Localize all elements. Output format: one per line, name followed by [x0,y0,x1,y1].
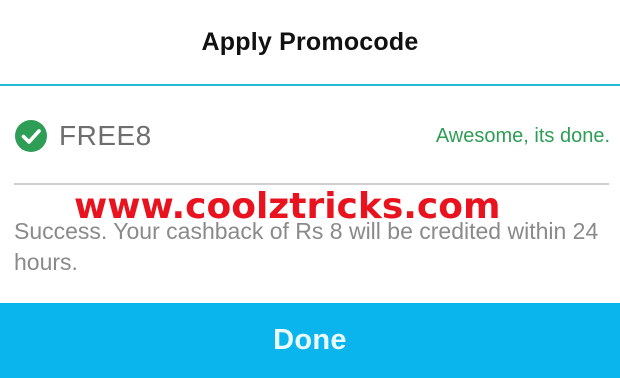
watermark-text: www.coolztricks.com [74,186,501,227]
done-button[interactable]: Done [0,303,620,378]
dialog-title: Apply Promocode [201,28,419,56]
done-button-label: Done [273,324,347,356]
promo-code-row: FREE8 Awesome, its done. [14,118,610,154]
promo-status-text: Awesome, its done. [435,125,610,147]
apply-promocode-dialog: Apply Promocode FREE8 Awesome, its done.… [0,0,620,378]
promo-code-value[interactable]: FREE8 [59,118,152,154]
header-divider [0,84,620,86]
check-circle-icon [15,120,47,152]
dialog-header: Apply Promocode [0,0,620,85]
